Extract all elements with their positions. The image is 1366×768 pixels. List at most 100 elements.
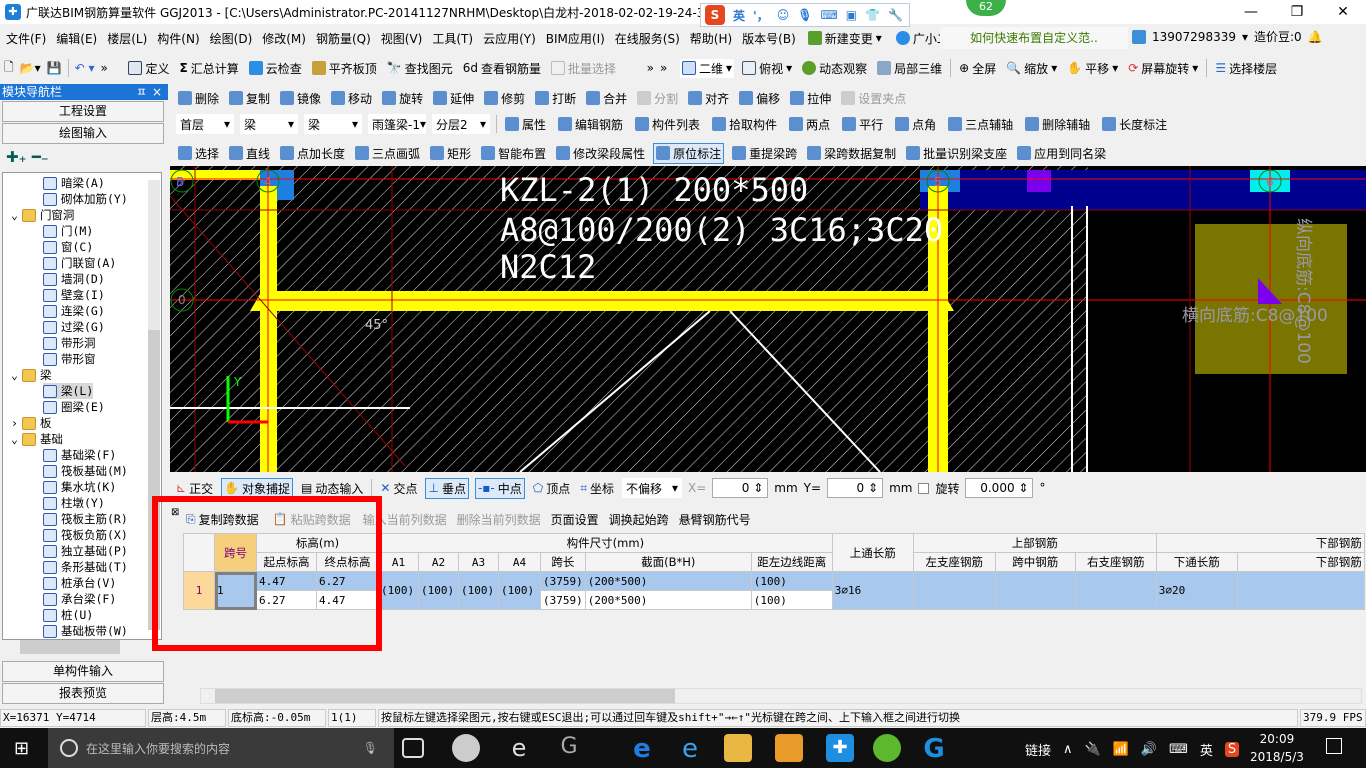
menu-floor[interactable]: 楼层(L) [107,28,147,49]
tree-item[interactable]: 基础梁(F) [43,447,116,463]
section-cell[interactable]: (200*500) [584,571,752,591]
cantilever-code-button[interactable]: 悬臂钢筋代号 [679,511,751,528]
drawing-canvas[interactable]: B 4 5 6 0 KZL-2(1) 200*500 A8@100/200(2)… [169,166,1366,473]
tip-link[interactable]: 如何快速布置自定义范.. [940,27,1128,49]
tray-lang[interactable]: 英 [1200,740,1213,759]
point-angle-button[interactable]: 点角 [893,115,938,134]
tree-item[interactable]: 窗(C) [43,239,93,255]
mic-icon[interactable]: 🎙 [797,8,812,22]
view-rebar-button[interactable]: 6d 查看钢筋量 [461,59,543,78]
chevron-up-icon[interactable]: ∧ [1063,742,1073,757]
stretch-button[interactable]: 拉伸 [788,89,833,108]
a3-cell[interactable]: (100) [458,571,499,610]
undo-icon[interactable]: ↶ ▾ [75,61,95,75]
tree-item[interactable]: 筏板主筋(R) [43,511,128,527]
menu-help[interactable]: 帮助(H) [690,28,732,49]
shirt-icon[interactable]: 👕 [865,8,880,22]
delete-button[interactable]: 删除 [176,89,221,108]
select-floor-button[interactable]: ☰ 选择楼层 [1213,59,1279,78]
tree-item[interactable]: 集水坑(K) [43,479,116,495]
dynamic-input-toggle[interactable]: ▤ 动态输入 [299,479,365,498]
in-place-annotation-button[interactable]: 原位标注 [653,142,725,164]
span-length-cell[interactable]: (3759) [540,590,586,610]
perpendicular-snap[interactable]: ⊥ 垂点 [425,477,469,499]
menu-file[interactable]: 文件(F) [6,28,46,49]
tab-drawing-input[interactable]: 绘图输入 [2,123,164,144]
align-slab-top-button[interactable]: 平齐板顶 [310,59,379,78]
tree-item[interactable]: 桩(U) [43,607,93,623]
point-length-button[interactable]: 点加长度 [278,144,347,163]
tab-single-component-input[interactable]: 单构件输入 [2,661,164,682]
edit-rebar-button[interactable]: 编辑钢筋 [556,115,625,134]
save-icon[interactable]: 💾 [47,61,62,75]
menu-tools[interactable]: 工具(T) [432,28,473,49]
tree-item[interactable]: 壁龛(I) [43,287,105,303]
glodon-app-icon[interactable]: ✚ [826,734,854,762]
tree-item[interactable]: › 板 [11,415,51,431]
copy-span-data-button[interactable]: 梁跨数据复制 [805,144,898,163]
tree-item[interactable]: 门联窗(A) [43,255,116,271]
right-support-cell[interactable] [1074,571,1157,610]
cloud-check-button[interactable]: 云检查 [247,59,304,78]
mic-icon[interactable]: 🎙 [363,741,378,755]
tree-item[interactable]: 砌体加筋(Y) [43,191,128,207]
mirror-button[interactable]: 镜像 [278,89,323,108]
bottom-rebar-cell[interactable] [1236,571,1365,610]
select-button[interactable]: 选择 [176,144,221,163]
midpoint-snap[interactable]: -▪- 中点 [474,477,525,499]
floor-select[interactable]: 首层 ▾ [176,114,234,134]
keyboard-icon[interactable]: ⌨ [1169,742,1188,757]
y-input[interactable]: 0 ⇕ [827,478,884,498]
green-app-icon[interactable] [873,734,901,762]
line-button[interactable]: 直线 [227,144,272,163]
tree-item[interactable]: 独立基础(P) [43,543,128,559]
copy-button[interactable]: 复制 [227,89,272,108]
tree-item[interactable]: ⌄ 基础 [11,431,63,447]
trim-button[interactable]: 修剪 [482,89,527,108]
taskbar-search[interactable]: 在这里输入你要搜索的内容 🎙 [48,728,394,768]
tree-item[interactable]: 墙洞(D) [43,271,105,287]
account-phone[interactable]: 13907298339 [1152,30,1236,44]
open-folder-icon[interactable]: 📂▾ [20,61,41,75]
menu-rebar[interactable]: 钢筋量(Q) [316,28,371,49]
tree-item[interactable]: 梁(L) [43,383,94,399]
tree-hscroll[interactable] [4,640,160,656]
tree-item[interactable]: ⌄ 梁 [11,367,51,383]
chevron-down-icon[interactable]: ⌄ [11,207,18,223]
rotate-checkbox[interactable] [918,482,930,494]
vertex-snap[interactable]: ⬠ 顶点 [531,479,572,498]
a4-cell[interactable]: (100) [498,571,541,610]
cad-drawing[interactable]: B 4 5 6 0 KZL-2(1) 200*500 A8@100/200(2)… [169,166,1366,473]
delete-column-data-button[interactable]: 删除当前列数据 [457,511,541,528]
blue-g-app-icon[interactable]: G [920,734,948,764]
menu-edit[interactable]: 编辑(E) [56,28,97,49]
layer-select[interactable]: 分层2 ▾ [432,114,490,134]
tray-link[interactable]: 链接 [1025,740,1051,759]
top-through-cell[interactable]: 3⌀16 [831,571,914,610]
extend-button[interactable]: 延伸 [431,89,476,108]
rectangle-button[interactable]: 矩形 [428,144,473,163]
expand-collapse-icons[interactable]: ✚₊ ━₋ [6,148,49,166]
summary-calc-button[interactable]: Σ 汇总计算 [178,59,241,78]
tab-project-settings[interactable]: 工程设置 [2,101,164,122]
windows-start-icon[interactable]: ⊞ [14,738,29,759]
left-distance-cell[interactable]: (100) [750,590,833,610]
tree-item[interactable]: 圈梁(E) [43,399,105,415]
menu-version[interactable]: 版本号(B) [742,28,796,49]
tree-item[interactable]: 基础板带(W) [43,623,128,639]
align-button[interactable]: 对齐 [686,89,731,108]
file-explorer-icon[interactable] [724,734,752,762]
bottom-through-cell[interactable]: 3⌀20 [1155,571,1238,610]
menu-online[interactable]: 在线服务(S) [615,28,680,49]
split-button[interactable]: 分割 [635,89,680,108]
pin-icon[interactable]: ㅍ [136,84,147,100]
category-select[interactable]: 梁 ▾ [240,114,298,134]
chevron-down-icon[interactable]: ⌄ [11,367,18,383]
swap-start-span-button[interactable]: 调换起始跨 [609,511,669,528]
top-view-button[interactable]: 俯视 ▾ [740,59,794,78]
wifi-icon[interactable]: 📶 [1113,742,1129,757]
screen-rotate-button[interactable]: ⟳ 屏幕旋转 ▾ [1126,59,1200,78]
tree-item[interactable]: 暗梁(A) [43,175,105,191]
minimize-button[interactable]: — [1228,0,1274,24]
a1-cell[interactable]: (100) [378,571,419,610]
